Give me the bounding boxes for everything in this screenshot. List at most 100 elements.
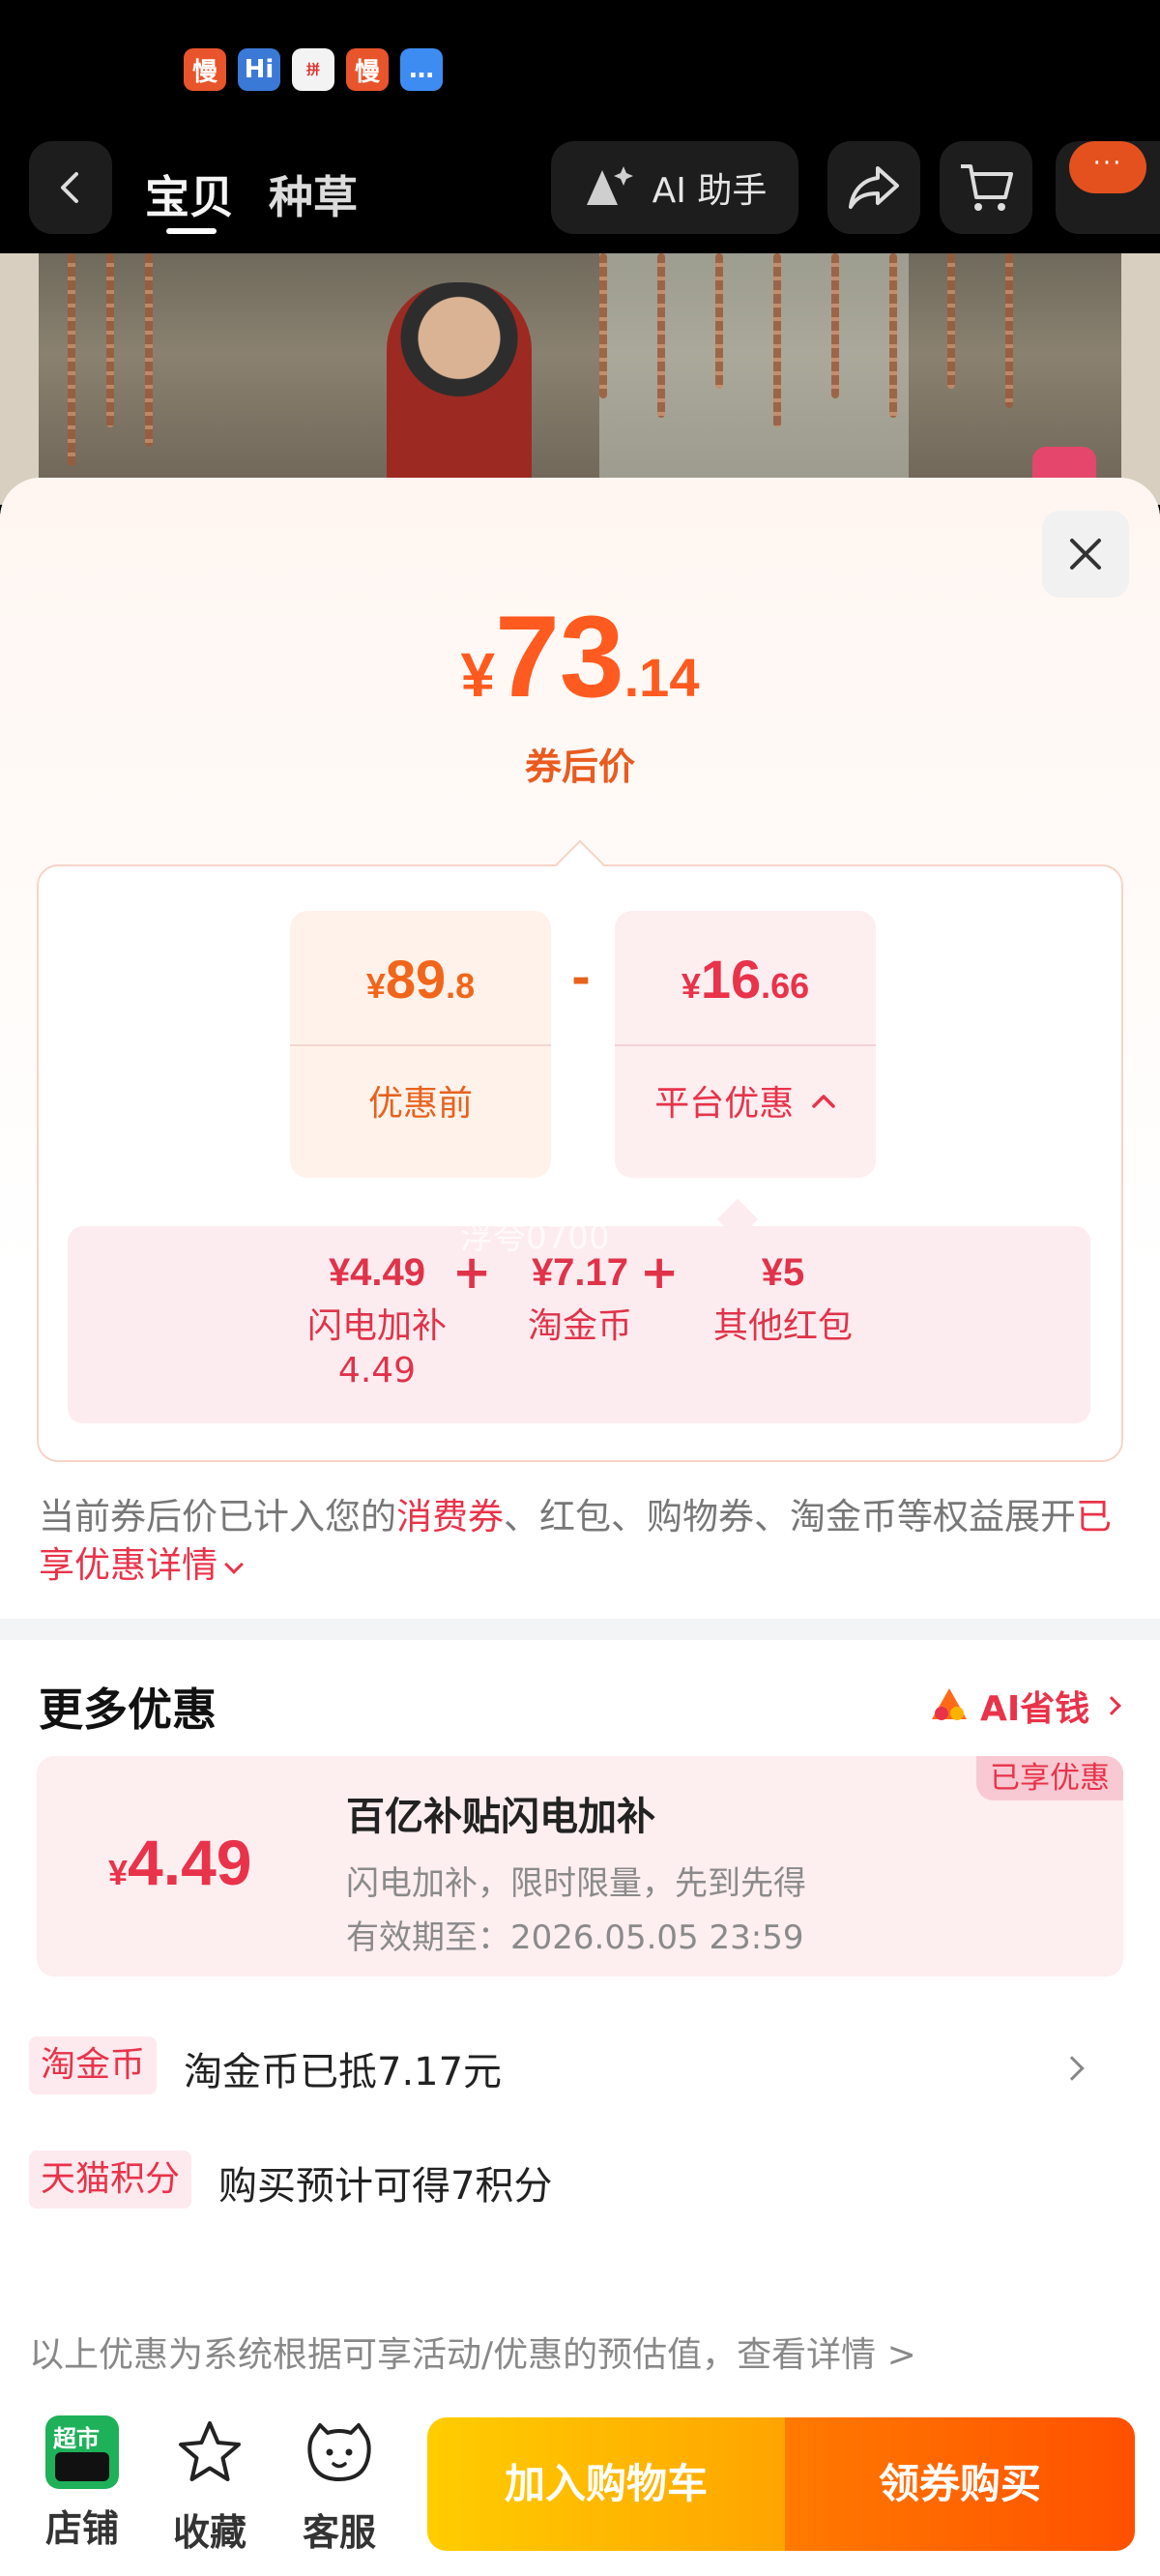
price-before-integer: 89 xyxy=(385,949,447,1010)
status-bar: 慢 Hi 拼 慢 … xyxy=(0,0,1160,141)
add-to-cart-button[interactable]: 加入购物车 xyxy=(427,2417,785,2551)
sub-item-other-redpacket: ¥5 其他红包 xyxy=(667,1251,899,1349)
ai-save-label: AI省钱 xyxy=(980,1689,1090,1729)
product-video-preview[interactable] xyxy=(0,253,1160,505)
minus-sign: - xyxy=(571,951,591,1006)
platform-discount-card[interactable]: ¥16.66 平台优惠 xyxy=(615,911,876,1178)
price-before-card: ¥89.8 优惠前 xyxy=(290,911,551,1178)
more-discounts-title: 更多优惠 xyxy=(39,1683,217,1736)
favorite-label: 收藏 xyxy=(172,2510,246,2554)
tab-baobei[interactable]: 宝贝 xyxy=(145,162,234,226)
sub-item-amount: ¥4.49 xyxy=(328,1251,426,1294)
price-detail-sheet: ¥73.14 券后价 ¥89.8 优惠前 - ¥16.66 平台优惠 ¥4.49… xyxy=(0,478,1160,2576)
final-price-symbol: ¥ xyxy=(460,640,496,710)
ai-sparkle-icon xyxy=(586,166,633,205)
close-icon xyxy=(1070,539,1101,570)
share-button[interactable] xyxy=(827,141,920,234)
cart-icon xyxy=(961,164,1013,211)
notification-app-icons: 慢 Hi 拼 慢 … xyxy=(184,48,443,91)
price-before-decimal: .8 xyxy=(446,966,476,1006)
final-price-integer: 73 xyxy=(495,592,624,721)
sub-item-name: 淘金币 xyxy=(527,1306,632,1346)
chevron-up-icon xyxy=(811,1095,835,1108)
video-frame-left xyxy=(0,253,39,505)
consumer-coupon-link[interactable]: 消费券 xyxy=(396,1496,504,1537)
bead-curtain xyxy=(889,253,897,418)
coupon-expiry: 有效期至：2026.05.05 23:59 xyxy=(346,1918,804,1957)
sub-item-name-line2: 4.49 xyxy=(337,1351,417,1390)
sub-item-name: 其他红包 xyxy=(712,1306,853,1346)
message-app-icon: … xyxy=(400,48,443,91)
platform-discount-integer: 16 xyxy=(700,949,762,1010)
card-divider xyxy=(290,1044,551,1046)
video-frame-right xyxy=(1121,253,1160,505)
disclaimer-link[interactable]: 以上优惠为系统根据可享活动/优惠的预估值，查看详情 > xyxy=(29,2327,916,2377)
sub-item-amount: ¥5 xyxy=(761,1251,805,1294)
platform-discount-label-row: 平台优惠 xyxy=(615,1075,876,1126)
customer-service-button[interactable]: 客服 xyxy=(286,2415,392,2556)
bead-curtain xyxy=(599,253,607,398)
platform-discount-value: ¥16.66 xyxy=(615,948,876,1010)
tmall-cat-mark xyxy=(55,2452,109,2481)
card-divider xyxy=(615,1044,876,1046)
video-background-window xyxy=(599,253,909,505)
platform-discount-symbol: ¥ xyxy=(681,966,701,1006)
more-badge[interactable]: ··· xyxy=(1069,141,1146,193)
chevron-down-icon[interactable] xyxy=(224,1555,244,1574)
coupon-amount: ¥4.49 xyxy=(108,1826,252,1899)
tmall-supermarket-icon: 超市 xyxy=(45,2415,119,2489)
sub-item-name: 闪电加补 4.49 xyxy=(280,1304,474,1393)
active-tab-indicator xyxy=(166,228,217,234)
sub-item-lightning: ¥4.49 闪电加补 4.49 xyxy=(280,1251,474,1393)
close-button[interactable] xyxy=(1042,511,1129,598)
price-before-label: 优惠前 xyxy=(367,1084,473,1124)
customer-service-icon xyxy=(307,2423,371,2481)
taojinbi-tag: 淘金币 xyxy=(29,2036,158,2094)
bead-curtain xyxy=(145,253,153,447)
coupon-card[interactable]: 已享优惠 ¥4.49 百亿补贴闪电加补 闪电加补，限时限量，先到先得 有效期至：… xyxy=(37,1756,1123,1976)
favorite-button[interactable]: 收藏 xyxy=(157,2415,263,2556)
coupon-amount-symbol: ¥ xyxy=(108,1853,129,1892)
ai-save-money-link[interactable]: AI省钱 xyxy=(928,1681,1122,1731)
bead-curtain xyxy=(773,253,781,427)
price-note: 当前券后价已计入您的消费券、红包、购物券、淘金币等权益展开已享优惠详情 xyxy=(39,1493,1121,1590)
bead-curtain xyxy=(1005,253,1013,408)
bead-curtain xyxy=(947,253,955,389)
manbuy-app-icon: 慢 xyxy=(184,48,226,91)
coupon-applied-tag: 已享优惠 xyxy=(976,1756,1123,1800)
coupon-title: 百亿补贴闪电加补 xyxy=(346,1795,655,1839)
share-icon xyxy=(849,166,899,209)
chevron-right-icon xyxy=(1102,1696,1122,1715)
back-arrow-icon xyxy=(61,172,78,203)
coupon-description: 闪电加补，限时限量，先到先得 xyxy=(346,1864,806,1903)
pdd-app-icon: 拼 xyxy=(292,48,334,91)
chevron-right-icon[interactable] xyxy=(1059,2056,1085,2081)
final-price-decimal: .14 xyxy=(624,647,700,708)
star-icon xyxy=(179,2421,241,2481)
bead-curtain xyxy=(68,253,75,466)
video-person xyxy=(387,282,532,505)
top-nav-bar: 宝贝 种草 AI 助手 ··· xyxy=(0,141,1160,253)
customer-service-label: 客服 xyxy=(302,2510,376,2554)
claim-coupon-buy-button[interactable]: 领券购买 xyxy=(785,2417,1135,2551)
bottom-action-bar: 超市 店铺 收藏 客服 加入购物车 领券购买 xyxy=(0,2388,1160,2576)
ai-save-icon xyxy=(932,1688,967,1720)
note-text-1: 当前券后价已计入您的 xyxy=(39,1496,396,1537)
taojinbi-row-text[interactable]: 淘金币已抵7.17元 xyxy=(184,2040,502,2096)
coupon-amount-value: 4.49 xyxy=(128,1827,252,1898)
platform-discount-decimal: .66 xyxy=(761,966,810,1006)
sub-item-name-line1: 闪电加补 xyxy=(306,1306,447,1346)
store-button[interactable]: 超市 店铺 xyxy=(29,2415,135,2552)
bead-curtain xyxy=(106,253,114,427)
watermark-text: 浮夸0700 xyxy=(460,1218,610,1257)
back-button[interactable] xyxy=(29,141,112,234)
kids-app-icon: Hi xyxy=(238,48,280,91)
ai-helper-label: AI 助手 xyxy=(652,171,768,211)
section-separator xyxy=(0,1619,1160,1640)
cart-button[interactable] xyxy=(940,141,1032,234)
ai-helper-button[interactable]: AI 助手 xyxy=(551,141,798,234)
tmall-points-tag: 天猫积分 xyxy=(29,2151,192,2209)
store-label: 店铺 xyxy=(44,2506,119,2550)
tab-zhongcao[interactable]: 种草 xyxy=(269,162,358,226)
platform-discount-label: 平台优惠 xyxy=(654,1084,795,1124)
